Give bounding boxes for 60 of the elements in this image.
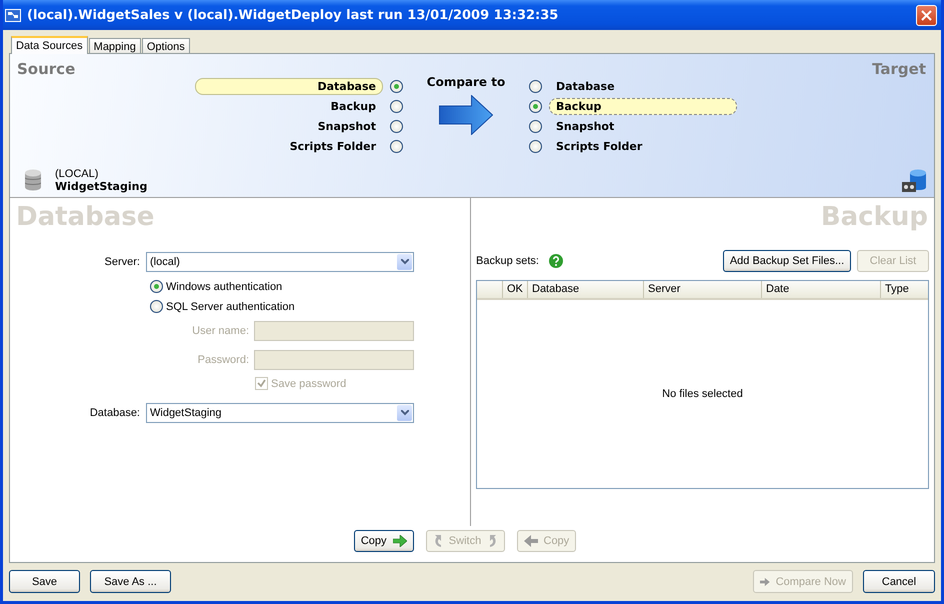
window-title: (local).WidgetSales v (local).WidgetDeploy last run 13/01/2009 13:32:35: [27, 8, 560, 22]
help-icon: [548, 254, 563, 268]
checkbox-label: Save password: [271, 378, 346, 390]
database-name: WidgetStaging: [55, 180, 148, 193]
radio-button[interactable]: [529, 100, 542, 114]
column-header[interactable]: Server: [643, 280, 761, 298]
source-heading: Source: [17, 60, 76, 78]
target-option[interactable]: Snapshot: [549, 118, 737, 136]
target-option[interactable]: Database: [549, 78, 737, 96]
close-button[interactable]: [916, 4, 937, 26]
database-tape-icon: [902, 168, 926, 193]
close-icon: [921, 10, 932, 20]
field-label: Server:: [104, 256, 140, 268]
right-arrow-icon: [760, 576, 770, 588]
target-option[interactable]: Backup: [549, 98, 737, 116]
save-button[interactable]: Save: [9, 570, 80, 593]
field-label: Password:: [198, 354, 249, 366]
right-arrow-icon: [439, 94, 493, 135]
tab[interactable]: Mapping: [88, 38, 141, 53]
database-dropdown[interactable]: WidgetStaging: [146, 402, 414, 423]
right-arrow-icon: [392, 535, 406, 547]
radio-button[interactable]: [150, 300, 163, 314]
radio-button[interactable]: [390, 140, 403, 154]
column-header[interactable]: Type: [880, 280, 928, 298]
tab[interactable]: Options: [142, 38, 190, 53]
copy-button[interactable]: Copy: [354, 530, 414, 552]
radio-label: SQL Server authentication: [166, 300, 295, 313]
radio-button[interactable]: [529, 140, 542, 154]
add-backup-button[interactable]: Add Backup Set Files...: [723, 250, 851, 272]
empty-message: No files selected: [662, 388, 743, 400]
column-header[interactable]: Date: [761, 280, 880, 298]
radio-button[interactable]: [529, 80, 542, 94]
source-option[interactable]: Scripts Folder: [195, 138, 383, 156]
left-arrow-icon: [524, 535, 538, 547]
radio-button[interactable]: [390, 100, 403, 114]
radio-button[interactable]: [150, 280, 163, 294]
curved-arrow-icon: [432, 534, 442, 548]
tab[interactable]: Data Sources: [11, 36, 88, 54]
backup-sets-label: Backup sets:: [476, 254, 539, 267]
server-name: (LOCAL): [55, 168, 100, 180]
radio-label: Windows authentication: [166, 280, 282, 293]
target-heading: Target: [872, 60, 926, 78]
server-dropdown[interactable]: (local): [146, 252, 414, 272]
target-option[interactable]: Scripts Folder: [549, 138, 737, 156]
radio-button[interactable]: [390, 80, 403, 94]
compare-label: Compare to: [426, 74, 506, 89]
column-header[interactable]: Database: [527, 280, 643, 298]
app-icon: [5, 7, 21, 23]
save-as-button[interactable]: Save As ...: [90, 570, 171, 593]
field-label: User name:: [192, 325, 249, 338]
source-option[interactable]: Backup: [195, 98, 383, 116]
radio-button[interactable]: [529, 120, 542, 134]
column-header[interactable]: OK: [502, 280, 527, 298]
radio-button[interactable]: [390, 120, 403, 134]
cancel-button[interactable]: Cancel: [863, 570, 935, 593]
database-icon: [25, 169, 41, 192]
source-option[interactable]: Snapshot: [195, 118, 383, 136]
field-label: Database:: [88, 406, 140, 419]
curved-arrow-icon: [488, 534, 498, 548]
source-option[interactable]: Database: [195, 78, 383, 96]
